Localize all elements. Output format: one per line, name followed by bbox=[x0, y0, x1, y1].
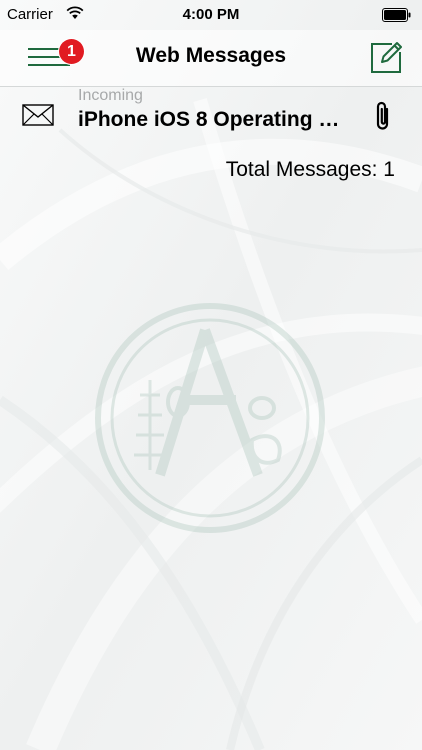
status-time: 4:00 PM bbox=[182, 6, 240, 23]
envelope-icon bbox=[22, 104, 54, 131]
message-subject: iPhone iOS 8 Operating System bbox=[78, 108, 350, 131]
message-folder-label: Incoming bbox=[78, 87, 143, 104]
compose-button[interactable] bbox=[368, 38, 404, 74]
page-title: Web Messages bbox=[135, 44, 287, 67]
compose-icon bbox=[371, 42, 402, 73]
paperclip-icon bbox=[374, 100, 392, 137]
total-messages-count: Total Messages: 1 bbox=[225, 158, 395, 181]
navigation-bar: 1 Web Messages bbox=[0, 30, 422, 87]
battery-icon bbox=[382, 8, 412, 26]
status-bar: Carrier 4:00 PM bbox=[0, 0, 422, 30]
message-row[interactable]: Incoming iPhone iOS 8 Operating System bbox=[0, 87, 422, 145]
